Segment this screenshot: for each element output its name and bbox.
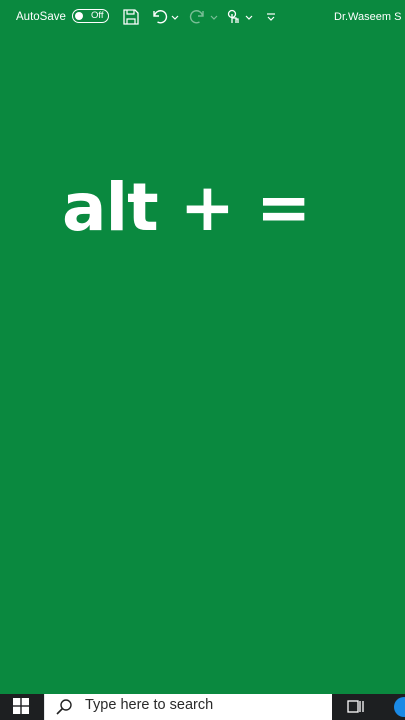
toggle-knob xyxy=(75,11,83,20)
redo-dropdown-icon xyxy=(209,8,219,26)
start-button[interactable] xyxy=(0,694,44,720)
redo-icon xyxy=(189,8,207,26)
save-icon[interactable] xyxy=(122,8,140,26)
customize-toolbar-icon[interactable] xyxy=(265,8,277,26)
windows-start-icon xyxy=(13,698,29,714)
autosave-toggle[interactable]: Off xyxy=(72,9,109,23)
search-placeholder: Type here to search xyxy=(85,697,214,713)
edge-icon[interactable] xyxy=(394,697,405,717)
autosave-state: Off xyxy=(91,9,104,21)
user-name[interactable]: Dr.Waseem S xyxy=(334,10,401,24)
undo-dropdown-icon[interactable] xyxy=(170,8,180,26)
task-view-icon[interactable] xyxy=(346,698,366,716)
undo-icon[interactable] xyxy=(150,8,168,26)
taskbar-apps xyxy=(332,694,405,720)
title-bar: AutoSave Off Dr.Waseem S xyxy=(0,0,405,28)
touch-dropdown-icon[interactable] xyxy=(244,8,254,26)
autosave-label: AutoSave xyxy=(16,11,66,23)
search-icon xyxy=(56,699,72,715)
taskbar: Type here to search xyxy=(0,694,405,720)
taskbar-search-box[interactable]: Type here to search xyxy=(45,694,332,720)
slide-canvas: alt + = xyxy=(0,28,405,694)
shortcut-text: alt + = xyxy=(62,169,311,246)
touch-mode-icon[interactable] xyxy=(224,8,242,26)
